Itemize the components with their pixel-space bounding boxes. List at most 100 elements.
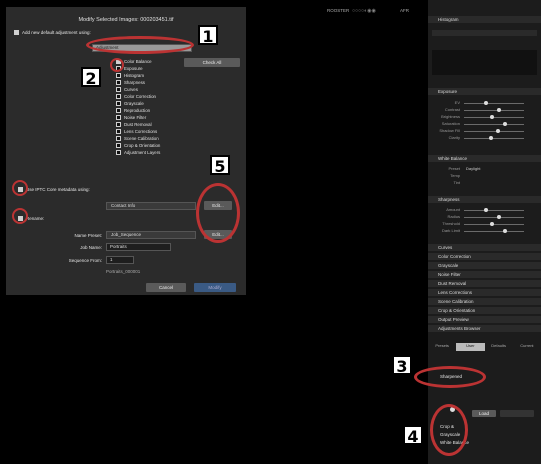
exposure-slider[interactable]: [464, 131, 524, 132]
section-header[interactable]: Crop & Orientation: [428, 307, 541, 314]
adjustment-label: Dust Removal: [124, 122, 152, 127]
ring-iptc: [12, 180, 28, 196]
contact-info-select[interactable]: Contact Info: [106, 202, 196, 210]
exposure-knob[interactable]: [489, 136, 493, 140]
adjustment-label: Crop & Orientation: [124, 143, 161, 148]
exposure-slider[interactable]: [464, 138, 524, 139]
ring-small-list: [430, 404, 468, 456]
exposure-label: Clarity: [448, 135, 460, 140]
adjustment-label: Lens Corrections: [124, 129, 158, 134]
exposure-label: Brightness: [441, 114, 460, 119]
sharpness-knob[interactable]: [490, 222, 494, 226]
white-balance-header[interactable]: White Balance: [428, 155, 541, 162]
iptc-label: Use IPTC Core metadata using:: [26, 187, 90, 192]
adjustment-item: Adjustment Layers: [116, 150, 160, 155]
load-button[interactable]: Load: [472, 410, 496, 417]
sharpness-knob[interactable]: [503, 229, 507, 233]
section-header[interactable]: Curves: [428, 244, 541, 251]
check-all-button[interactable]: Check All: [184, 58, 240, 67]
adjustment-item: Crop & Orientation: [116, 143, 160, 148]
subtab-defaults[interactable]: Defaults: [485, 343, 513, 351]
adjustment-item: Noise Filter: [116, 115, 146, 120]
example-filename: Portraits_000001: [106, 269, 141, 274]
sequence-field[interactable]: 1: [106, 256, 134, 264]
sharpness-slider[interactable]: [464, 231, 524, 232]
sharpness-label: Radius: [447, 214, 460, 219]
ring-edit-buttons: [196, 183, 240, 243]
sharpness-slider[interactable]: [464, 210, 524, 211]
sequence-label: Sequence From:: [68, 258, 102, 263]
adjustment-item: Curves: [116, 87, 138, 92]
callout-2: 2: [81, 67, 101, 88]
adjustment-label: Color Correction: [124, 94, 156, 99]
job-name-label: Job Name:: [80, 245, 102, 250]
section-header[interactable]: Noise Filter: [428, 271, 541, 278]
sharpness-header[interactable]: Sharpness: [428, 196, 541, 203]
add-default-checkbox[interactable]: [14, 30, 19, 35]
toolbar-left-text: ROOSTER: [327, 8, 350, 13]
presets-subtabs: Presets User Defaults Current: [428, 343, 541, 351]
adjustment-item: Sharpness: [116, 80, 145, 85]
toolbar-right-text: AFR: [400, 8, 409, 13]
exposure-slider[interactable]: [464, 110, 524, 111]
section-header[interactable]: Scene Calibration: [428, 298, 541, 305]
adjustment-label: Curves: [124, 87, 138, 92]
adjustment-label: Adjustment Layers: [124, 150, 161, 155]
adjustment-checkbox[interactable]: [116, 136, 121, 141]
name-preset-select[interactable]: Job_Sequence: [106, 231, 196, 239]
cancel-button[interactable]: Cancel: [146, 283, 186, 292]
job-name-field[interactable]: Portraits: [106, 243, 171, 251]
adjustment-checkbox[interactable]: [116, 80, 121, 85]
sharpness-knob[interactable]: [497, 215, 501, 219]
exposure-knob[interactable]: [490, 115, 494, 119]
rating-stars[interactable]: ○○○○◐◉◉: [352, 8, 376, 14]
sharpness-label: Threshold: [442, 221, 460, 226]
section-header[interactable]: Lens Corrections: [428, 289, 541, 296]
adjustment-checkbox[interactable]: [116, 108, 121, 113]
callout-4: 4: [403, 425, 423, 446]
exposure-knob[interactable]: [503, 122, 507, 126]
section-header[interactable]: Grayscale: [428, 262, 541, 269]
callout-5: 5: [210, 155, 230, 176]
adjustment-checkbox[interactable]: [116, 115, 121, 120]
adjustment-item: Lens Corrections: [116, 129, 157, 134]
wb-preset-value[interactable]: Daylight: [466, 166, 480, 171]
adjustment-item: Dust Removal: [116, 122, 152, 127]
histogram-graph: [432, 50, 537, 75]
exposure-slider[interactable]: [464, 117, 524, 118]
sharpness-slider[interactable]: [464, 217, 524, 218]
section-header[interactable]: Color Correction: [428, 253, 541, 260]
histogram-header[interactable]: Histogram: [428, 16, 541, 23]
exposure-header[interactable]: Exposure: [428, 88, 541, 95]
exposure-knob[interactable]: [484, 101, 488, 105]
adjustment-item: Color Correction: [116, 94, 156, 99]
exposure-knob[interactable]: [497, 108, 501, 112]
modify-button[interactable]: Modify: [194, 283, 236, 292]
section-header[interactable]: Dust Removal: [428, 280, 541, 287]
section-header[interactable]: Adjustments Browser: [428, 325, 541, 332]
adjustment-label: Sharpness: [124, 80, 145, 85]
adjustment-item: Histogram: [116, 73, 144, 78]
subtab-current[interactable]: Current: [513, 343, 541, 351]
adjustment-checkbox[interactable]: [116, 101, 121, 106]
sharpness-knob[interactable]: [484, 208, 488, 212]
adjustment-checkbox[interactable]: [116, 129, 121, 134]
subtab-presets[interactable]: Presets: [428, 343, 456, 351]
ring-preset-field: [86, 36, 194, 54]
adjustment-label: Exposure: [124, 66, 143, 71]
adjustment-checkbox[interactable]: [116, 143, 121, 148]
section-header[interactable]: Output Preview: [428, 316, 541, 323]
adjustment-checkbox[interactable]: [116, 150, 121, 155]
sharpness-slider[interactable]: [464, 224, 524, 225]
adjustment-checkbox[interactable]: [116, 73, 121, 78]
adjustment-checkbox[interactable]: [116, 87, 121, 92]
adjustment-checkbox[interactable]: [116, 94, 121, 99]
save-preset-button[interactable]: [500, 410, 534, 417]
exposure-slider[interactable]: [464, 103, 524, 104]
adjustment-item: Scene Calibration: [116, 136, 159, 141]
adjustment-checkbox[interactable]: [116, 122, 121, 127]
exposure-knob[interactable]: [496, 129, 500, 133]
subtab-user[interactable]: User: [456, 343, 485, 351]
wb-label: Tint: [453, 180, 460, 185]
exposure-slider[interactable]: [464, 124, 524, 125]
